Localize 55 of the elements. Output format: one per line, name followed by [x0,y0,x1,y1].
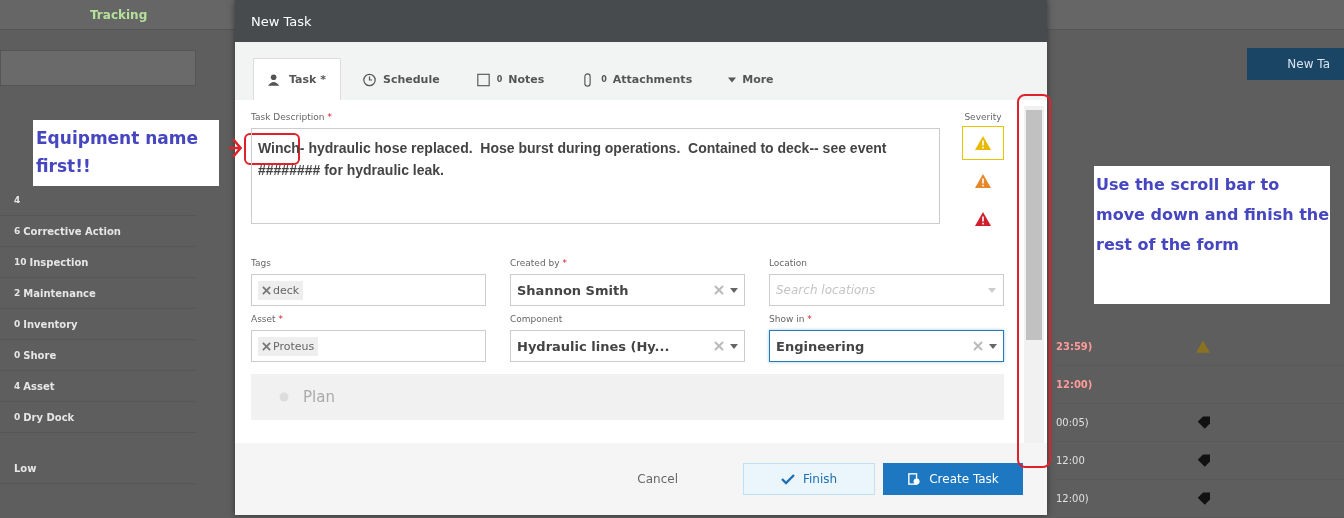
time-text: 12:00 [1056,455,1086,466]
select-field[interactable]: Hydraulic lines (Hy... [510,330,745,362]
caret-icon[interactable] [989,343,997,349]
tab[interactable]: $^{0}$ Attachments [565,58,708,100]
caret-icon[interactable] [730,343,738,349]
select-field[interactable]: Engineering [769,330,1004,362]
field-label: Severity [964,112,1002,122]
remove-icon[interactable] [262,341,271,351]
select-field[interactable]: Shannon Smith [510,274,745,306]
tag-icon [1196,454,1210,467]
time-text: 12:00) [1056,493,1090,504]
tab[interactable]: More [713,58,789,100]
callout-note: Use the scroll bar to move down and finish the rest of the form [1094,166,1330,304]
caret-icon[interactable] [730,287,738,293]
tag-field[interactable]: deck [251,274,486,306]
field-label: Created by * [510,258,569,268]
checkmark-icon [780,473,795,485]
clear-icon[interactable] [714,341,724,351]
warning-icon [975,212,991,226]
clear-icon[interactable] [714,285,724,295]
tab[interactable]: $^{0}$ Notes [460,58,560,100]
remove-icon[interactable] [262,285,271,295]
callout-note: Equipment name first!! [33,120,219,186]
cancel-button[interactable]: Cancel [620,463,695,495]
tag-icon [1196,416,1210,429]
note-icon [475,72,491,87]
nav-tab[interactable]: Tracking [80,3,158,26]
caret-icon [728,76,737,83]
field-label: Tags [251,258,272,268]
sidebar-item[interactable]: Low [0,453,196,484]
finish-button[interactable]: Finish [743,463,875,495]
tag-icon [1196,492,1210,505]
field-label: Task Description * [251,112,334,122]
time-text: 00:05) [1056,417,1090,428]
warning-icon [975,136,991,150]
field-label: Location [769,258,809,268]
tag-field[interactable]: Proteus [251,330,486,362]
document-add-icon [907,473,922,485]
time-text: 12:00) [1056,379,1094,390]
create-task-button[interactable]: Create Task [883,463,1023,495]
warning-icon [1196,340,1210,353]
warning-icon [975,174,991,188]
field-label: Component [510,314,564,324]
dialog-title: New Task [235,0,1047,42]
new-task-button[interactable]: New Ta [1247,48,1344,80]
time-text: 23:59) [1056,341,1094,352]
tag-chip[interactable]: deck [258,280,304,300]
field-label: Show in * [769,314,813,324]
tag-chip[interactable]: Proteus [258,336,319,356]
clear-icon[interactable] [973,341,983,351]
clock-icon [361,72,377,87]
scrollbar[interactable] [1024,106,1044,443]
field-label: Asset * [251,314,285,324]
tab[interactable]: Task * [253,58,341,100]
tab[interactable]: Schedule [346,58,455,100]
